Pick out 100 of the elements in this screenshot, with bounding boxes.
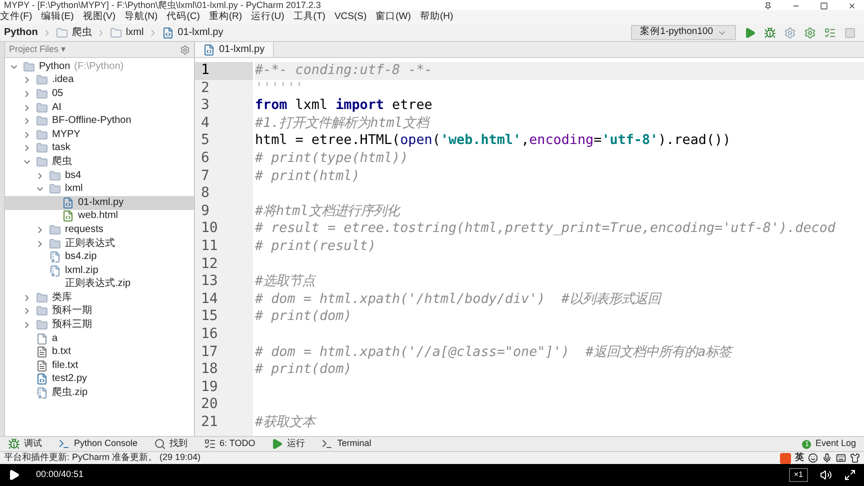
menu-item[interactable]: 视图(V) <box>82 10 116 24</box>
ime-logo-icon <box>780 452 791 464</box>
mic-icon[interactable] <box>822 453 832 463</box>
code-line: # print(dom) <box>255 361 353 379</box>
gear-icon[interactable] <box>804 26 816 38</box>
close-icon[interactable] <box>848 2 856 10</box>
shirt-icon[interactable] <box>850 453 860 463</box>
folder-icon <box>36 88 48 100</box>
tool-window-tab[interactable]: Python Console <box>58 437 138 451</box>
tree-item-label: MYPY <box>52 130 80 140</box>
text-file-icon <box>36 360 48 372</box>
html-file-icon <box>62 210 74 222</box>
speed-button[interactable]: ×1 <box>788 468 808 482</box>
line-number: 9 <box>200 202 210 220</box>
tree-item[interactable]: MYPY <box>5 128 194 142</box>
tree-item-label: file.txt <box>52 360 78 371</box>
folder-icon <box>36 319 48 332</box>
menu-item[interactable]: 文件(F) <box>0 10 32 24</box>
folder-icon <box>36 156 48 168</box>
tree-item[interactable]: 正则表达式.zip <box>5 278 194 292</box>
tree-item[interactable]: test2.py <box>5 372 194 386</box>
tool-window-tab[interactable]: Terminal <box>321 437 372 451</box>
tree-item[interactable]: 预科三期 <box>5 318 194 332</box>
code-line: # dom = html.xpath('/html/body/div') #以列表形式返回 <box>255 290 663 308</box>
menu-item[interactable]: 重构(R) <box>208 10 242 24</box>
ime-mode[interactable]: 英 <box>795 451 804 465</box>
folder-icon <box>36 128 48 141</box>
bug-icon[interactable] <box>764 26 776 38</box>
gear-icon[interactable] <box>180 44 190 54</box>
tree-item[interactable]: 类库 <box>5 291 194 305</box>
breadcrumb-item[interactable]: 01-lxml.py <box>178 25 224 40</box>
tree-item[interactable]: lxml.zip <box>5 264 194 278</box>
smile-icon[interactable] <box>808 453 818 463</box>
python-file-icon <box>36 373 48 386</box>
menu-item[interactable]: 代码(C) <box>166 10 200 24</box>
menu-item[interactable]: 运行(U) <box>251 10 284 24</box>
menu-item[interactable]: VCS(S) <box>334 10 367 24</box>
line-number: 3 <box>200 97 210 115</box>
code-editor[interactable] <box>195 58 864 436</box>
tree-item-label: lxml.zip <box>65 266 98 276</box>
tree-item[interactable]: a <box>5 332 194 346</box>
tree-item-label: bs4.zip <box>65 252 97 262</box>
menu-item[interactable]: 导航(N) <box>124 10 158 24</box>
folder-icon <box>49 170 61 182</box>
list-icon <box>204 438 216 450</box>
tool-window-tab[interactable]: 找到 <box>154 437 188 451</box>
run-config-dropdown[interactable]: 案例1-python100 <box>631 25 736 40</box>
breadcrumb-item[interactable]: Python <box>4 25 38 40</box>
tree-item[interactable]: BF-Offline-Python <box>5 114 194 128</box>
play-icon[interactable] <box>8 469 20 481</box>
tree-item[interactable]: bs4 <box>5 168 194 182</box>
tool-window-tab[interactable]: 6: TODO <box>204 437 256 451</box>
tree-item[interactable]: lxml <box>5 182 194 196</box>
menu-item[interactable]: 窗口(W) <box>376 10 411 24</box>
tree-item[interactable]: 爬虫.zip <box>5 386 194 400</box>
tool-window-tab[interactable]: 运行 <box>271 437 306 451</box>
tree-item[interactable]: web.html <box>5 210 194 224</box>
menu-item[interactable]: 工具(T) <box>293 10 326 24</box>
tree-item[interactable]: 预科一期 <box>5 304 194 318</box>
folder-icon <box>23 60 35 73</box>
tree-item[interactable]: b.txt <box>5 345 194 360</box>
tree-item[interactable]: task <box>5 142 194 156</box>
folder-icon <box>36 102 48 114</box>
folder-icon <box>36 74 48 86</box>
python-file-icon <box>62 196 74 209</box>
folder-icon <box>36 292 48 304</box>
tree-item[interactable]: Python (F:\Python) <box>5 60 194 74</box>
tree-item[interactable]: 爬虫 <box>5 155 194 169</box>
folder-icon <box>36 305 48 318</box>
fullscreen-icon[interactable] <box>844 469 856 481</box>
menu-item[interactable]: 编辑(E) <box>41 10 74 24</box>
run-icon[interactable] <box>744 26 756 38</box>
menu-item[interactable]: 帮助(H) <box>420 10 454 24</box>
list-icon[interactable] <box>824 26 836 38</box>
terminal-icon <box>321 438 334 450</box>
tree-item[interactable]: .idea <box>5 74 194 88</box>
tree-item[interactable]: 05 <box>5 87 194 101</box>
tool-window-tab[interactable]: 调试 <box>8 437 42 451</box>
tree-item[interactable]: 正则表达式 <box>5 236 194 250</box>
editor-tab[interactable]: 01-lxml.py <box>195 42 274 57</box>
line-number: 19 <box>200 378 219 396</box>
breadcrumb-item[interactable]: 爬虫 <box>72 25 92 40</box>
archive-file-icon <box>49 264 61 277</box>
archive-file-icon <box>49 251 61 264</box>
folder-icon <box>56 26 68 38</box>
line-number: 8 <box>200 185 210 203</box>
maximize-icon[interactable] <box>820 2 828 10</box>
tree-item[interactable]: file.txt <box>5 359 194 373</box>
keyboard-icon[interactable] <box>836 453 846 463</box>
tree-item[interactable]: 01-lxml.py <box>5 196 194 210</box>
pin-icon[interactable] <box>764 2 772 10</box>
code-line: html = etree.HTML(open('web.html',encoding='utf-8').read()) <box>255 132 732 150</box>
line-number: 10 <box>200 220 219 238</box>
code-line: #1.打开文件解析为html文档 <box>255 114 432 132</box>
tree-item[interactable]: bs4.zip <box>5 250 194 264</box>
breadcrumb-item[interactable]: lxml <box>126 25 144 40</box>
tree-item[interactable]: AI <box>5 100 194 114</box>
code-line: # print(dom) <box>255 308 353 326</box>
tree-item[interactable]: requests <box>5 223 194 237</box>
volume-icon[interactable] <box>820 469 832 481</box>
